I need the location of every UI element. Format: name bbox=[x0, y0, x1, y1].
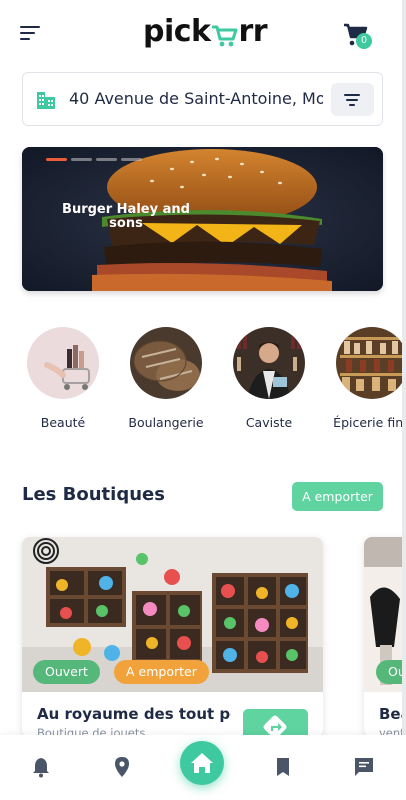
section-title: Les Boutiques bbox=[22, 484, 165, 505]
menu-icon[interactable] bbox=[20, 26, 42, 42]
logo-text-start: pick bbox=[143, 14, 211, 49]
filter-button[interactable] bbox=[331, 83, 374, 116]
logo-text-end: rr bbox=[238, 14, 268, 49]
header: pick rr 0 bbox=[0, 0, 406, 70]
carousel-dots bbox=[46, 158, 142, 161]
scroll-edge bbox=[402, 0, 406, 800]
shop-name: Au royaume des tout petits bbox=[37, 705, 231, 723]
logo-cart-icon bbox=[211, 21, 238, 46]
carousel-dot[interactable] bbox=[121, 158, 142, 161]
bookmark-icon[interactable] bbox=[271, 755, 295, 779]
directions-icon bbox=[263, 715, 287, 737]
building-icon bbox=[37, 92, 55, 109]
promo-banner[interactable]: Burger Haley and sons bbox=[22, 147, 383, 291]
shop-card[interactable]: Ouvert Beauté vente bbox=[364, 537, 406, 737]
carousel-dot[interactable] bbox=[96, 158, 117, 161]
carousel-dot[interactable] bbox=[46, 158, 67, 161]
address-input[interactable]: 40 Avenue de Saint-Antoine, Mo bbox=[69, 89, 323, 108]
category-epicerie-fine[interactable]: Épicerie fine bbox=[322, 327, 406, 430]
app-logo: pick rr bbox=[143, 14, 268, 49]
takeaway-badge: A emporter bbox=[114, 660, 209, 684]
category-beaute[interactable]: Beauté bbox=[13, 327, 113, 430]
category-label: Caviste bbox=[245, 415, 293, 430]
category-label: Beauté bbox=[40, 415, 86, 430]
address-bar[interactable]: 40 Avenue de Saint-Antoine, Mo bbox=[22, 72, 383, 126]
a-emporter-filter-button[interactable]: A emporter bbox=[292, 482, 383, 511]
bottom-nav bbox=[0, 735, 406, 800]
category-label: Boulangerie bbox=[128, 415, 204, 430]
category-image bbox=[27, 327, 99, 399]
banner-title: Burger Haley and sons bbox=[62, 202, 190, 231]
chat-icon[interactable] bbox=[352, 755, 376, 779]
categories-row: Beauté Boulangerie Caviste Épicerie fine bbox=[0, 320, 406, 430]
directions-button[interactable] bbox=[243, 709, 308, 737]
filter-icon bbox=[344, 94, 360, 96]
bell-icon[interactable] bbox=[29, 755, 53, 779]
category-caviste[interactable]: Caviste bbox=[219, 327, 319, 430]
cart-count-badge: 0 bbox=[356, 33, 372, 49]
location-pin-icon[interactable] bbox=[110, 755, 134, 779]
carousel-dot[interactable] bbox=[71, 158, 92, 161]
shop-card[interactable]: Ouvert A emporter Au royaume des tout pe… bbox=[22, 537, 323, 737]
category-image bbox=[233, 327, 305, 399]
category-label: Épicerie fine bbox=[333, 415, 406, 430]
status-badge-open: Ouvert bbox=[33, 660, 100, 684]
category-boulangerie[interactable]: Boulangerie bbox=[116, 327, 216, 430]
category-image bbox=[336, 327, 406, 399]
home-icon bbox=[191, 753, 213, 773]
app-screen: pick rr 0 40 Avenue de Saint-Antoine, Mo… bbox=[0, 0, 406, 800]
home-button[interactable] bbox=[180, 741, 224, 785]
cart-button[interactable]: 0 bbox=[342, 22, 374, 50]
category-image bbox=[130, 327, 202, 399]
